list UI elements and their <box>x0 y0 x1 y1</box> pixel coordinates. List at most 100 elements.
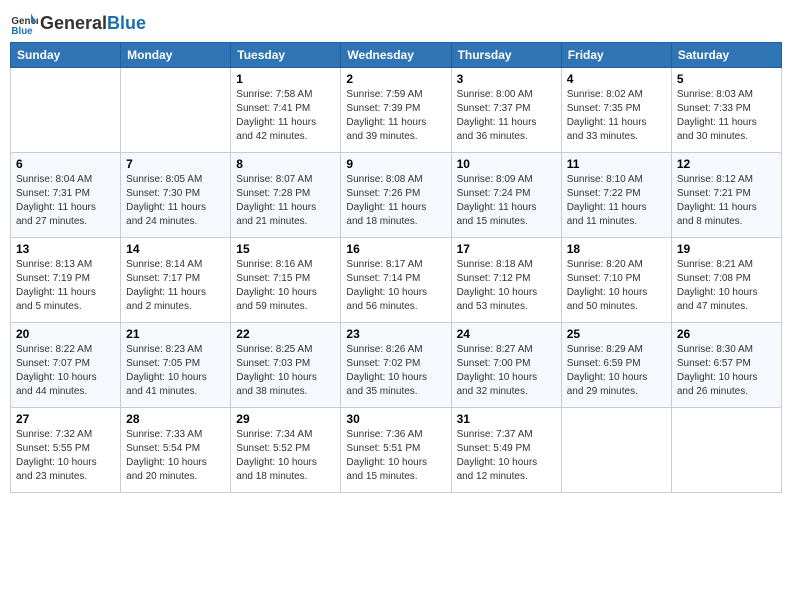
calendar-day-cell: 20 Sunrise: 8:22 AM Sunset: 7:07 PM Dayli… <box>11 323 121 408</box>
day-number: 10 <box>457 157 556 171</box>
day-info: Sunrise: 8:26 AM Sunset: 7:02 PM Dayligh… <box>346 343 445 399</box>
day-info: Sunrise: 8:08 AM Sunset: 7:26 PM Dayligh… <box>346 173 445 229</box>
day-info: Sunrise: 8:27 AM Sunset: 7:00 PM Dayligh… <box>457 343 556 399</box>
day-number: 30 <box>346 412 445 426</box>
day-info: Sunrise: 8:30 AM Sunset: 6:57 PM Dayligh… <box>677 343 776 399</box>
calendar-day-cell: 9 Sunrise: 8:08 AM Sunset: 7:26 PM Daylig… <box>341 153 451 238</box>
logo-text: GeneralBlue <box>40 14 146 34</box>
logo: General Blue GeneralBlue <box>10 10 146 38</box>
day-number: 4 <box>567 72 666 86</box>
calendar-day-cell: 22 Sunrise: 8:25 AM Sunset: 7:03 PM Dayli… <box>231 323 341 408</box>
calendar-day-cell: 27 Sunrise: 7:32 AM Sunset: 5:55 PM Dayli… <box>11 408 121 493</box>
calendar-day-cell: 19Sunrise: 8:21 AM Sunset: 7:08 PM Dayli… <box>671 238 781 323</box>
day-info: Sunrise: 8:23 AM Sunset: 7:05 PM Dayligh… <box>126 343 225 399</box>
calendar-day-cell <box>11 68 121 153</box>
day-number: 23 <box>346 327 445 341</box>
day-info: Sunrise: 8:03 AM Sunset: 7:33 PM Dayligh… <box>677 88 776 144</box>
calendar-week-row: 1 Sunrise: 7:58 AM Sunset: 7:41 PM Daylig… <box>11 68 782 153</box>
day-number: 27 <box>16 412 115 426</box>
calendar-day-cell: 8Sunrise: 8:07 AM Sunset: 7:28 PM Daylig… <box>231 153 341 238</box>
day-number: 31 <box>457 412 556 426</box>
day-info: Sunrise: 8:20 AM Sunset: 7:10 PM Dayligh… <box>567 258 666 314</box>
day-of-week-header: Thursday <box>451 43 561 68</box>
calendar-day-cell: 6 Sunrise: 8:04 AM Sunset: 7:31 PM Daylig… <box>11 153 121 238</box>
day-number: 19 <box>677 242 776 256</box>
day-info: Sunrise: 7:33 AM Sunset: 5:54 PM Dayligh… <box>126 428 225 484</box>
day-info: Sunrise: 7:58 AM Sunset: 7:41 PM Dayligh… <box>236 88 335 144</box>
calendar-day-cell: 28 Sunrise: 7:33 AM Sunset: 5:54 PM Dayli… <box>121 408 231 493</box>
calendar-day-cell: 12 Sunrise: 8:12 AM Sunset: 7:21 PM Dayli… <box>671 153 781 238</box>
day-number: 1 <box>236 72 335 86</box>
day-number: 25 <box>567 327 666 341</box>
calendar-day-cell <box>671 408 781 493</box>
day-of-week-header: Wednesday <box>341 43 451 68</box>
calendar-day-cell: 10 Sunrise: 8:09 AM Sunset: 7:24 PM Dayli… <box>451 153 561 238</box>
day-number: 16 <box>346 242 445 256</box>
page-header: General Blue GeneralBlue <box>10 10 782 38</box>
day-number: 24 <box>457 327 556 341</box>
day-info: Sunrise: 8:14 AM Sunset: 7:17 PM Dayligh… <box>126 258 225 314</box>
calendar-day-cell: 1 Sunrise: 7:58 AM Sunset: 7:41 PM Daylig… <box>231 68 341 153</box>
calendar-header-row: SundayMondayTuesdayWednesdayThursdayFrid… <box>11 43 782 68</box>
calendar-day-cell: 11Sunrise: 8:10 AM Sunset: 7:22 PM Dayli… <box>561 153 671 238</box>
logo-icon: General Blue <box>10 10 38 38</box>
calendar-day-cell: 16 Sunrise: 8:17 AM Sunset: 7:14 PM Dayli… <box>341 238 451 323</box>
calendar-day-cell: 2 Sunrise: 7:59 AM Sunset: 7:39 PM Daylig… <box>341 68 451 153</box>
day-number: 12 <box>677 157 776 171</box>
day-of-week-header: Friday <box>561 43 671 68</box>
calendar-day-cell: 21 Sunrise: 8:23 AM Sunset: 7:05 PM Dayli… <box>121 323 231 408</box>
day-of-week-header: Saturday <box>671 43 781 68</box>
calendar-day-cell: 17Sunrise: 8:18 AM Sunset: 7:12 PM Dayli… <box>451 238 561 323</box>
day-number: 21 <box>126 327 225 341</box>
day-info: Sunrise: 8:16 AM Sunset: 7:15 PM Dayligh… <box>236 258 335 314</box>
day-info: Sunrise: 8:10 AM Sunset: 7:22 PM Dayligh… <box>567 173 666 229</box>
calendar-day-cell: 14Sunrise: 8:14 AM Sunset: 7:17 PM Dayli… <box>121 238 231 323</box>
svg-text:Blue: Blue <box>11 26 33 37</box>
calendar-day-cell: 25 Sunrise: 8:29 AM Sunset: 6:59 PM Dayli… <box>561 323 671 408</box>
calendar-day-cell: 24 Sunrise: 8:27 AM Sunset: 7:00 PM Dayli… <box>451 323 561 408</box>
day-number: 29 <box>236 412 335 426</box>
day-info: Sunrise: 8:09 AM Sunset: 7:24 PM Dayligh… <box>457 173 556 229</box>
calendar-week-row: 20 Sunrise: 8:22 AM Sunset: 7:07 PM Dayli… <box>11 323 782 408</box>
calendar-table: SundayMondayTuesdayWednesdayThursdayFrid… <box>10 42 782 493</box>
day-info: Sunrise: 8:07 AM Sunset: 7:28 PM Dayligh… <box>236 173 335 229</box>
calendar-day-cell: 29 Sunrise: 7:34 AM Sunset: 5:52 PM Dayli… <box>231 408 341 493</box>
day-info: Sunrise: 8:25 AM Sunset: 7:03 PM Dayligh… <box>236 343 335 399</box>
day-of-week-header: Monday <box>121 43 231 68</box>
day-number: 3 <box>457 72 556 86</box>
calendar-day-cell: 5 Sunrise: 8:03 AM Sunset: 7:33 PM Daylig… <box>671 68 781 153</box>
day-info: Sunrise: 7:32 AM Sunset: 5:55 PM Dayligh… <box>16 428 115 484</box>
calendar-day-cell: 30 Sunrise: 7:36 AM Sunset: 5:51 PM Dayli… <box>341 408 451 493</box>
day-info: Sunrise: 7:36 AM Sunset: 5:51 PM Dayligh… <box>346 428 445 484</box>
day-number: 6 <box>16 157 115 171</box>
day-number: 20 <box>16 327 115 341</box>
day-number: 22 <box>236 327 335 341</box>
day-of-week-header: Sunday <box>11 43 121 68</box>
day-info: Sunrise: 7:34 AM Sunset: 5:52 PM Dayligh… <box>236 428 335 484</box>
calendar-week-row: 13Sunrise: 8:13 AM Sunset: 7:19 PM Dayli… <box>11 238 782 323</box>
calendar-day-cell: 13Sunrise: 8:13 AM Sunset: 7:19 PM Dayli… <box>11 238 121 323</box>
day-number: 7 <box>126 157 225 171</box>
day-info: Sunrise: 7:37 AM Sunset: 5:49 PM Dayligh… <box>457 428 556 484</box>
calendar-week-row: 6 Sunrise: 8:04 AM Sunset: 7:31 PM Daylig… <box>11 153 782 238</box>
day-number: 5 <box>677 72 776 86</box>
calendar-day-cell: 4Sunrise: 8:02 AM Sunset: 7:35 PM Daylig… <box>561 68 671 153</box>
day-info: Sunrise: 8:22 AM Sunset: 7:07 PM Dayligh… <box>16 343 115 399</box>
day-number: 18 <box>567 242 666 256</box>
day-number: 26 <box>677 327 776 341</box>
calendar-day-cell <box>561 408 671 493</box>
day-info: Sunrise: 8:05 AM Sunset: 7:30 PM Dayligh… <box>126 173 225 229</box>
calendar-day-cell: 7 Sunrise: 8:05 AM Sunset: 7:30 PM Daylig… <box>121 153 231 238</box>
day-info: Sunrise: 8:04 AM Sunset: 7:31 PM Dayligh… <box>16 173 115 229</box>
calendar-day-cell: 23 Sunrise: 8:26 AM Sunset: 7:02 PM Dayli… <box>341 323 451 408</box>
day-info: Sunrise: 8:29 AM Sunset: 6:59 PM Dayligh… <box>567 343 666 399</box>
day-number: 28 <box>126 412 225 426</box>
day-info: Sunrise: 8:00 AM Sunset: 7:37 PM Dayligh… <box>457 88 556 144</box>
day-info: Sunrise: 8:17 AM Sunset: 7:14 PM Dayligh… <box>346 258 445 314</box>
calendar-day-cell: 3 Sunrise: 8:00 AM Sunset: 7:37 PM Daylig… <box>451 68 561 153</box>
day-number: 15 <box>236 242 335 256</box>
day-info: Sunrise: 8:12 AM Sunset: 7:21 PM Dayligh… <box>677 173 776 229</box>
day-info: Sunrise: 7:59 AM Sunset: 7:39 PM Dayligh… <box>346 88 445 144</box>
day-number: 2 <box>346 72 445 86</box>
day-number: 9 <box>346 157 445 171</box>
